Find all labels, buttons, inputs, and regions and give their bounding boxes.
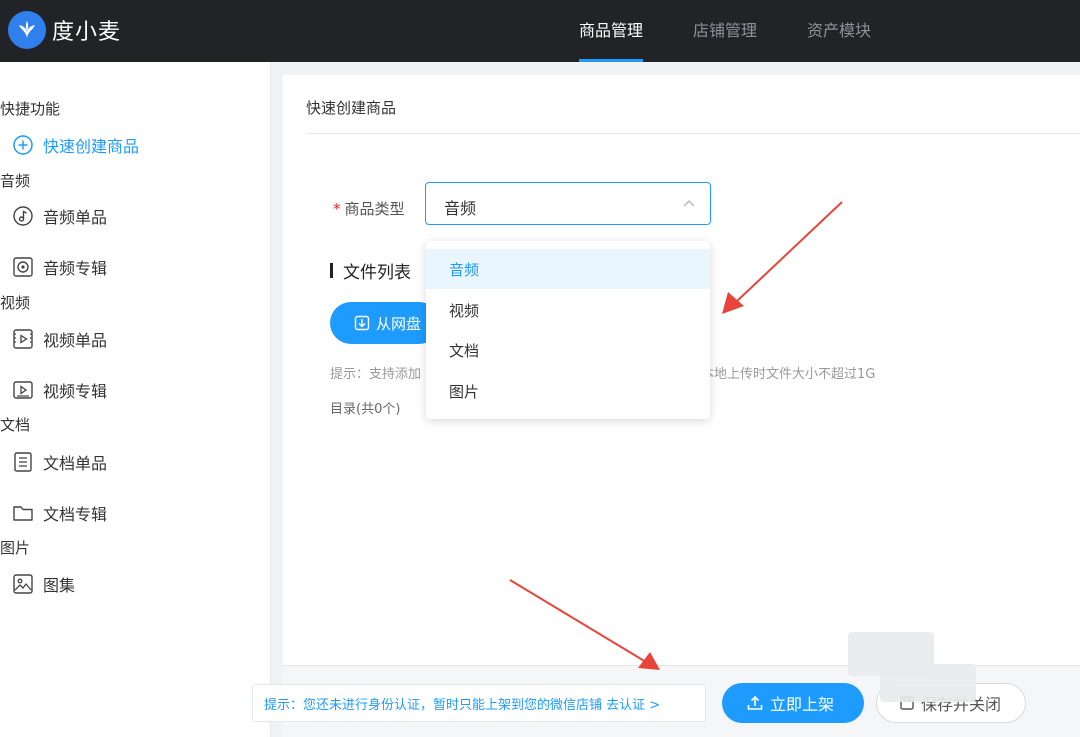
- annotation-arrow: [509, 579, 647, 663]
- annotation-arrows: [509, 201, 843, 670]
- annotation-arrowhead: [638, 652, 660, 670]
- annotation-arrowhead: [722, 292, 744, 314]
- annotation-arrow: [735, 201, 843, 303]
